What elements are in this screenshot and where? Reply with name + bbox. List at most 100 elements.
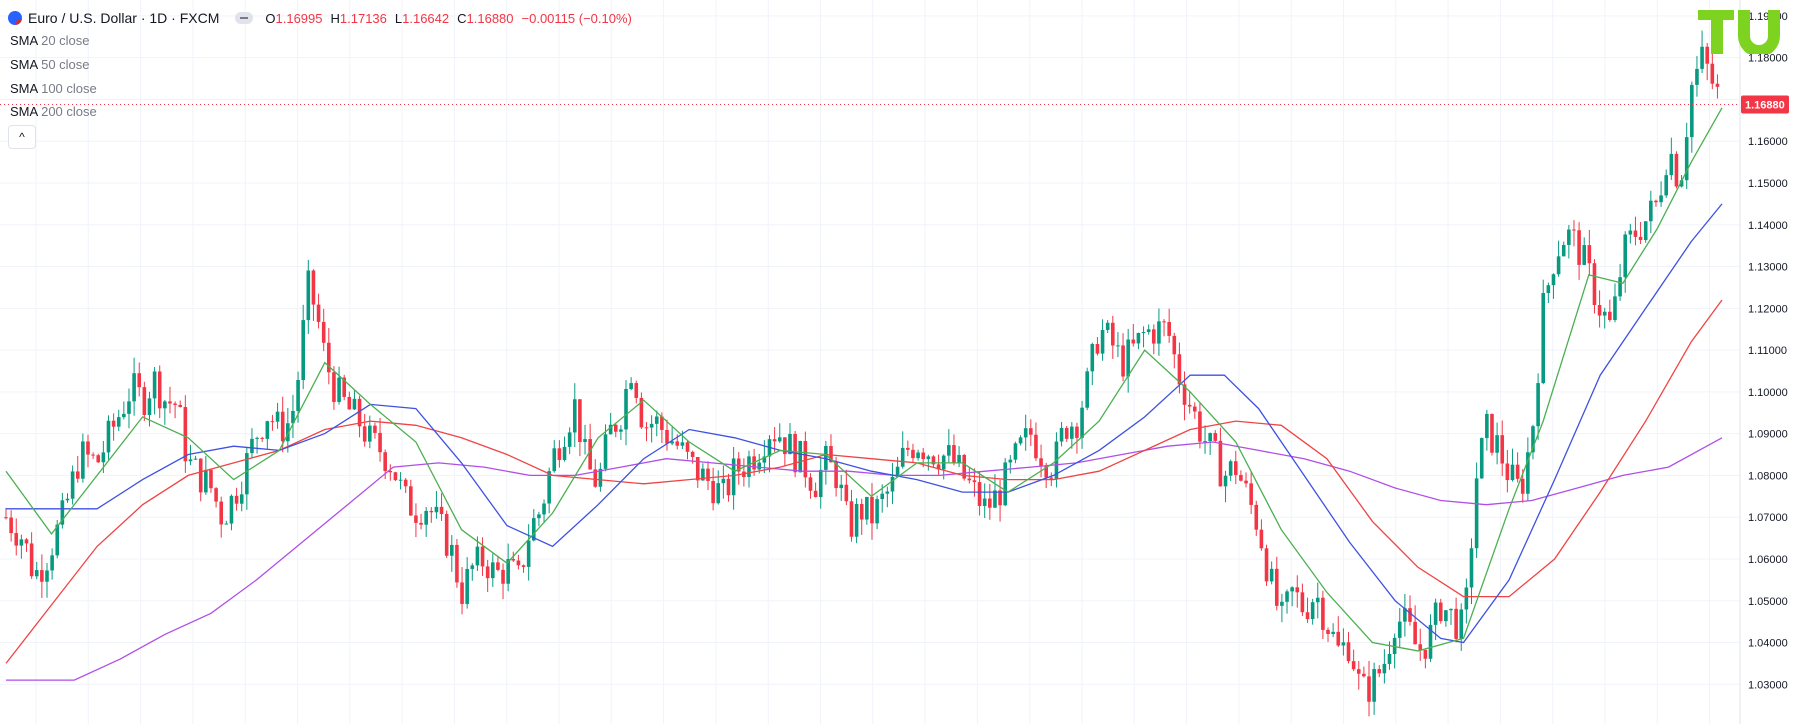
candle-body xyxy=(265,421,270,439)
indicator-sma-100[interactable]: SMA 100 close xyxy=(10,81,97,96)
sma-50-line xyxy=(6,203,1723,644)
candle-body xyxy=(859,503,864,520)
candle-body xyxy=(644,427,649,429)
symbol-title[interactable]: Euro / U.S. Dollar · 1D · FXCM xyxy=(28,10,219,26)
candle-body xyxy=(147,398,152,415)
price-chart[interactable]: 1.190001.180001.170001.160001.150001.140… xyxy=(0,0,1794,724)
candle-body xyxy=(1536,383,1540,427)
candle-body xyxy=(316,304,321,322)
candle-body xyxy=(34,570,39,577)
candle-body xyxy=(921,452,926,460)
candle-body xyxy=(634,383,639,398)
candle-body xyxy=(490,562,495,579)
candle-body xyxy=(470,565,475,569)
candle-body xyxy=(1008,459,1013,463)
indicator-sma-20[interactable]: SMA 20 close xyxy=(10,33,90,48)
y-axis-tick-label: 1.16000 xyxy=(1748,136,1788,148)
candle-body xyxy=(1577,230,1581,265)
candle-body xyxy=(1495,435,1499,453)
candle-body xyxy=(1464,587,1469,610)
candle-body xyxy=(865,496,869,520)
candle-body xyxy=(1582,245,1587,265)
candle-body xyxy=(552,448,557,472)
candle-body xyxy=(957,454,961,463)
candle-body xyxy=(270,421,275,423)
candle-body xyxy=(1649,200,1653,222)
indicator-sma-200[interactable]: SMA 200 close xyxy=(10,104,97,119)
candle-body xyxy=(1613,296,1617,321)
candle-body xyxy=(1310,602,1315,620)
last-price-label: 1.16880 xyxy=(1745,99,1785,111)
candle-body xyxy=(132,373,136,402)
candle-body xyxy=(952,445,956,463)
candle-body xyxy=(229,495,234,524)
candle-body xyxy=(424,510,428,525)
candle-body xyxy=(613,424,618,432)
candle-body xyxy=(127,401,131,414)
candle-body xyxy=(275,411,280,422)
indicator-sma-50[interactable]: SMA 50 close xyxy=(10,57,90,72)
candle-body xyxy=(798,441,803,473)
candle-body xyxy=(1064,427,1069,439)
candle-body xyxy=(1469,548,1474,588)
candle-body xyxy=(198,458,203,493)
candle-body xyxy=(260,437,265,439)
candle-body xyxy=(116,417,121,427)
candle-body xyxy=(1018,437,1023,444)
candle-body xyxy=(1290,587,1294,592)
candle-body xyxy=(1567,229,1571,245)
candle-body xyxy=(675,441,680,446)
candle-body xyxy=(1162,321,1166,323)
candle-body xyxy=(1090,344,1095,372)
candle-body xyxy=(337,377,341,403)
candle-body xyxy=(204,469,208,493)
candle-body xyxy=(1351,661,1356,670)
candle-body xyxy=(890,476,895,492)
candle-body xyxy=(654,416,659,424)
collapse-indicators-button[interactable]: ^ xyxy=(8,125,36,149)
y-axis-tick-label: 1.05000 xyxy=(1748,596,1788,608)
candle-body xyxy=(414,515,418,523)
eur-usd-flag-icon xyxy=(8,11,22,25)
candle-body xyxy=(993,490,997,508)
candle-body xyxy=(501,569,505,584)
candle-body xyxy=(1116,345,1120,347)
candle-body xyxy=(1633,230,1638,237)
y-axis-tick-label: 1.08000 xyxy=(1748,470,1788,482)
candle-body xyxy=(296,380,300,411)
candle-body xyxy=(419,522,423,525)
candle-body xyxy=(690,451,695,457)
candle-body xyxy=(1556,256,1561,275)
candle-body xyxy=(511,559,516,561)
symbol-header: Euro / U.S. Dollar · 1D · FXCM O1.16995 … xyxy=(8,8,632,28)
candle-body xyxy=(137,373,142,388)
candle-body xyxy=(50,555,54,571)
candle-body xyxy=(1208,433,1212,442)
candle-body xyxy=(1187,404,1192,407)
candle-body xyxy=(45,570,49,582)
candle-body xyxy=(480,546,485,567)
candle-body xyxy=(1500,435,1505,464)
y-axis-tick-label: 1.04000 xyxy=(1748,638,1788,650)
candle-body xyxy=(306,270,311,321)
candle-body xyxy=(1520,478,1525,494)
candle-body xyxy=(40,570,44,582)
candle-body xyxy=(1059,427,1064,442)
more-options-icon[interactable] xyxy=(235,12,254,24)
candle-body xyxy=(1141,332,1146,334)
candle-body xyxy=(1049,477,1054,479)
candle-body xyxy=(695,456,700,481)
candle-body xyxy=(1228,461,1233,476)
candle-body xyxy=(1382,663,1387,674)
candle-body xyxy=(1423,649,1428,659)
candle-body xyxy=(685,442,690,452)
candle-body xyxy=(1449,608,1453,611)
candle-body xyxy=(839,484,844,489)
candle-body xyxy=(1080,407,1084,438)
candle-body xyxy=(947,445,951,456)
y-axis-tick-label: 1.13000 xyxy=(1748,262,1788,274)
candle-body xyxy=(19,539,24,546)
candle-body xyxy=(1341,642,1346,646)
candle-body xyxy=(1602,311,1607,316)
candle-body xyxy=(777,437,782,442)
